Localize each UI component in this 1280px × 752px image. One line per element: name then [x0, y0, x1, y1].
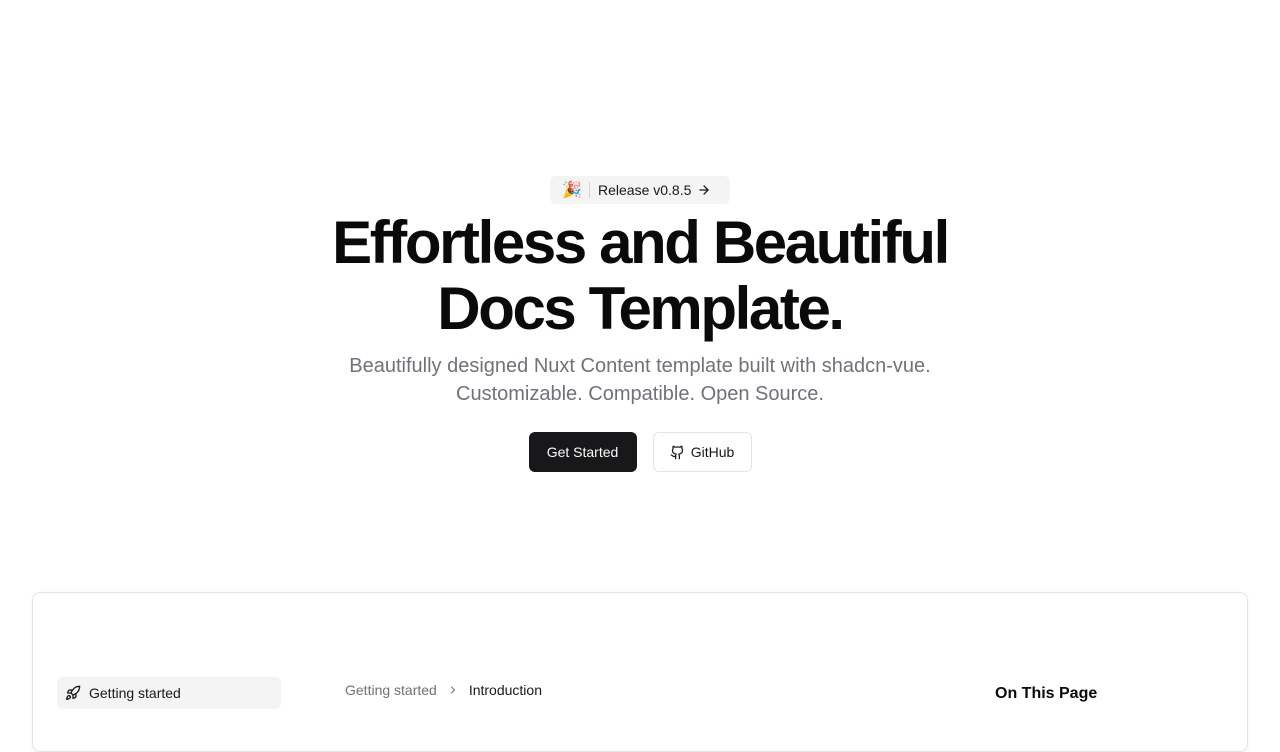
party-popper-icon: 🎉: [562, 182, 582, 199]
docs-preview-frame: Getting started Getting started Introduc…: [32, 592, 1248, 752]
chevron-right-icon: [447, 684, 459, 696]
breadcrumb-introduction: Introduction: [468, 682, 542, 698]
hero-title-line-1: Effortless and Beautiful: [332, 209, 950, 276]
github-label: GitHub: [690, 444, 735, 460]
hero-actions: Get Started GitHub: [0, 432, 1280, 472]
github-icon: [670, 445, 685, 460]
breadcrumb-getting-started[interactable]: Getting started: [345, 682, 437, 698]
badge-divider: [589, 182, 590, 198]
hero-subtitle-line-2: Customizable. Compatible. Open Source.: [456, 383, 824, 405]
github-button[interactable]: GitHub: [652, 432, 752, 472]
breadcrumb: Getting started Introduction: [345, 682, 542, 698]
hero-title-line-2: Docs Template.: [437, 275, 845, 342]
toc-title: On This Page: [995, 685, 1098, 702]
hero-subtitle-line-1: Beautifully designed Nuxt Content templa…: [349, 355, 931, 377]
release-label: Release v0.8.5: [598, 182, 692, 198]
arrow-right-icon: [697, 183, 711, 197]
get-started-button[interactable]: Get Started: [528, 432, 637, 472]
hero-title: Effortless and Beautiful Docs Template.: [240, 210, 1040, 342]
hero-subtitle: Beautifully designed Nuxt Content templa…: [240, 352, 1040, 408]
sidebar-item-getting-started[interactable]: Getting started: [57, 677, 281, 709]
release-badge[interactable]: 🎉 Release v0.8.5: [550, 176, 730, 204]
sidebar-item-label: Getting started: [89, 685, 181, 701]
rocket-icon: [65, 685, 81, 701]
hero-section: 🎉 Release v0.8.5 Effortless and Beautifu…: [0, 0, 1280, 592]
